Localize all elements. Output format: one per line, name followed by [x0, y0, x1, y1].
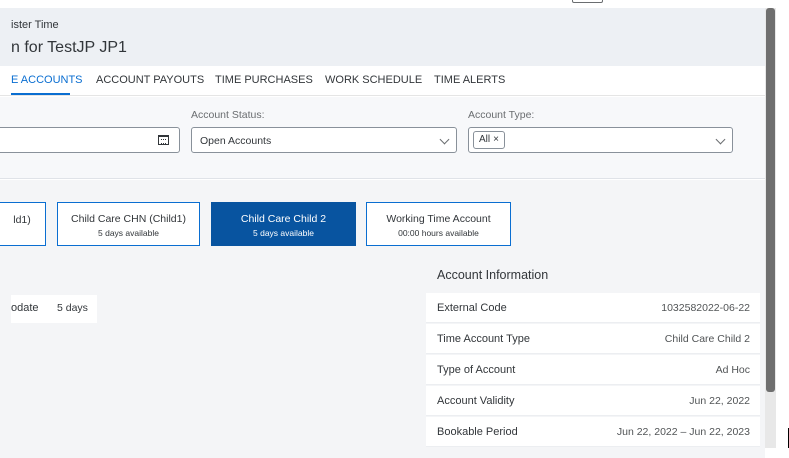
tab-bar: E ACCOUNTS ACCOUNT PAYOUTS TIME PURCHASE…	[0, 66, 765, 96]
info-value: Jun 22, 2022 – Jun 22, 2023	[616, 426, 750, 438]
info-key: Type of Account	[437, 364, 516, 376]
tab-time-accounts[interactable]: E ACCOUNTS	[11, 74, 83, 86]
balance-value: 5 days	[57, 302, 88, 314]
info-key: Bookable Period	[437, 426, 518, 438]
chevron-down-icon[interactable]	[715, 134, 726, 145]
account-tile-child1[interactable]: ld1)	[0, 202, 46, 246]
account-tile-child-care-chn[interactable]: Child Care CHN (Child1) 5 days available	[57, 202, 200, 246]
info-value: Jun 22, 2022	[689, 395, 750, 407]
top-button-fragment[interactable]	[572, 0, 603, 3]
account-status-label: Account Status:	[191, 109, 265, 121]
tile-title: Child Care Child 2	[240, 213, 327, 225]
tile-subtitle: 5 days available	[98, 228, 159, 238]
tab-account-payouts[interactable]: ACCOUNT PAYOUTS	[96, 74, 204, 86]
account-status-select[interactable]: Open Accounts	[191, 127, 457, 153]
info-value: 1032582022-06-22	[661, 302, 750, 314]
info-key: Account Validity	[437, 395, 515, 407]
info-row-account-validity: Account Validity Jun 22, 2022	[426, 386, 760, 416]
page-title: n for TestJP JP1	[11, 39, 127, 56]
account-information-title: Account Information	[437, 268, 549, 282]
tab-work-schedule[interactable]: WORK SCHEDULE	[325, 74, 422, 86]
tab-time-alerts[interactable]: TIME ALERTS	[434, 74, 505, 86]
account-type-multiselect[interactable]: All ×	[468, 127, 733, 153]
remove-token-icon[interactable]: ×	[493, 134, 499, 145]
info-row-bookable-period: Bookable Period Jun 22, 2022 – Jun 22, 2…	[426, 417, 760, 447]
chevron-down-icon[interactable]	[439, 134, 450, 145]
filter-bar: Account Status: Open Accounts Account Ty…	[0, 97, 765, 179]
balance-row: odate 5 days	[11, 295, 97, 323]
account-status-value: Open Accounts	[200, 135, 272, 147]
tile-title: ld1)	[13, 214, 31, 226]
tile-title: Child Care CHN (Child1)	[71, 213, 186, 225]
date-field[interactable]	[0, 127, 180, 153]
tile-title: Working Time Account	[386, 213, 491, 225]
vertical-scrollbar[interactable]	[765, 8, 776, 448]
account-tile-child-care-child-2[interactable]: Child Care Child 2 5 days available	[211, 202, 356, 246]
info-value: Child Care Child 2	[664, 333, 750, 345]
page-header: ister Time n for TestJP JP1	[0, 8, 765, 66]
info-row-external-code: External Code 1032582022-06-22	[426, 293, 760, 323]
account-tile-working-time[interactable]: Working Time Account 00:00 hours availab…	[366, 202, 511, 246]
active-tab-indicator	[11, 93, 70, 95]
scrollbar-thumb[interactable]	[766, 8, 775, 392]
info-row-type-of-account: Type of Account Ad Hoc	[426, 355, 760, 385]
calendar-icon[interactable]	[158, 135, 169, 145]
tab-time-purchases[interactable]: TIME PURCHASES	[215, 74, 313, 86]
tile-subtitle: 5 days available	[253, 228, 314, 238]
info-value: Ad Hoc	[715, 364, 750, 376]
account-type-label: Account Type:	[468, 109, 535, 121]
tile-subtitle: 00:00 hours available	[398, 228, 479, 238]
balance-label: odate	[11, 302, 39, 314]
info-row-time-account-type: Time Account Type Child Care Child 2	[426, 324, 760, 354]
token-label: All	[479, 134, 491, 145]
filter-token-all[interactable]: All ×	[473, 131, 505, 149]
breadcrumb[interactable]: ister Time	[11, 19, 59, 31]
info-key: Time Account Type	[437, 333, 530, 345]
info-key: External Code	[437, 302, 507, 314]
app-window: ister Time n for TestJP JP1 E ACCOUNTS A…	[0, 0, 789, 458]
